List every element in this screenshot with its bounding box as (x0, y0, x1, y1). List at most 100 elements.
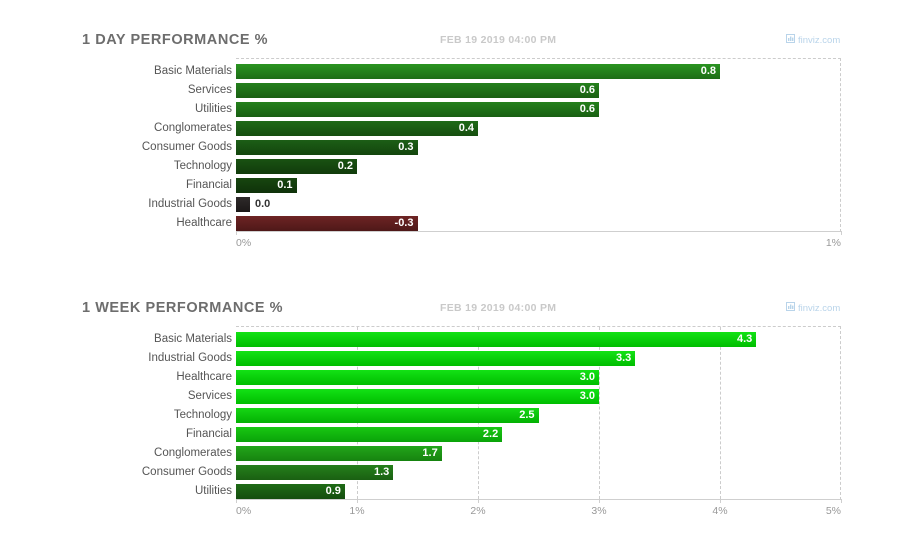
bar-value-label: 0.8 (700, 65, 716, 77)
chart-row: Financial 0.1 (186, 178, 840, 197)
axis-tick-label: 3% (591, 505, 607, 517)
bar[interactable]: 0.0 (236, 197, 270, 212)
axis-tick-label: 4% (712, 505, 728, 517)
category-label: Industrial Goods (148, 198, 232, 210)
chart-row: Utilities 0.9 (195, 484, 840, 503)
category-label: Healthcare (176, 371, 232, 383)
category-label: Technology (173, 160, 232, 172)
category-label: Conglomerates (154, 447, 232, 459)
chart-square-icon (786, 302, 795, 314)
category-label: Financial (185, 179, 232, 191)
chart-row: Financial 2.2 (186, 427, 840, 446)
chart-row: Utilities 0.6 (195, 102, 840, 121)
chart-row: Conglomerates 0.4 (154, 121, 840, 140)
bar-value-label: 2.5 (519, 409, 535, 421)
bar-value-label: 1.7 (422, 447, 438, 459)
bar[interactable]: 0.9 (236, 484, 345, 499)
bar[interactable]: 3.0 (236, 389, 599, 404)
plot-region: Basic Materials 0.8 Services 0.6 Utilities 0.… (0, 58, 904, 258)
brand-label: finviz.com (798, 34, 841, 46)
category-label: Financial (185, 428, 232, 440)
bar-value-label: 0.6 (579, 84, 595, 96)
category-label: Utilities (194, 485, 232, 497)
bar[interactable]: 0.6 (236, 102, 599, 117)
category-label: Consumer Goods (141, 141, 232, 153)
chart-row: Consumer Goods 1.3 (142, 465, 840, 484)
bar[interactable]: -0.3 (236, 216, 418, 231)
page-title: 1 WEEK PERFORMANCE % (82, 300, 284, 316)
chart-square-icon (786, 34, 795, 46)
category-label: Consumer Goods (141, 466, 232, 478)
bar[interactable]: 0.2 (236, 159, 357, 174)
chart-header: 1 WEEK PERFORMANCE % FEB 19 2019 04:00 P… (0, 268, 904, 316)
bar-value-label: 0.2 (337, 160, 353, 172)
bar-value-label: 4.3 (737, 333, 753, 345)
chart-row: Basic Materials 0.8 (154, 64, 840, 83)
bar[interactable]: 0.6 (236, 83, 599, 98)
bar[interactable]: 0.8 (236, 64, 720, 79)
bar-value-label: 0.1 (277, 179, 293, 191)
bar[interactable]: 3.3 (236, 351, 636, 366)
bar-value-label: 0.0 (255, 198, 271, 210)
axis-tick (841, 231, 842, 235)
category-label: Conglomerates (154, 122, 232, 134)
chart-row: Consumer Goods 0.3 (142, 140, 840, 159)
brand-label: finviz.com (798, 302, 841, 314)
bar[interactable]: 0.3 (236, 140, 418, 155)
chart-header: 1 DAY PERFORMANCE % FEB 19 2019 04:00 PM… (0, 0, 904, 48)
chart-timestamp: FEB 19 2019 04:00 PM (440, 302, 557, 314)
axis-tick-label: 1% (349, 505, 365, 517)
bar-value-label: 3.0 (579, 371, 595, 383)
bar-value-label: 3.0 (579, 390, 595, 402)
chart-one-week: 1 WEEK PERFORMANCE % FEB 19 2019 04:00 P… (0, 268, 904, 517)
chart-row: Industrial Goods 0.0 (148, 197, 840, 216)
bar-value-label: 3.3 (616, 352, 632, 364)
bar-value-label: 0.6 (579, 103, 595, 115)
chart-row: Services 0.6 (188, 83, 840, 102)
bar[interactable]: 3.0 (236, 370, 599, 385)
finviz-brand-link[interactable]: finviz.com (786, 302, 840, 314)
bar-value-label: 0.9 (325, 485, 341, 497)
page-title: 1 DAY PERFORMANCE % (82, 32, 269, 48)
bar[interactable]: 2.5 (236, 408, 539, 423)
chart-row: Services 3.0 (188, 389, 840, 408)
chart-row: Healthcare 3.0 (176, 370, 840, 389)
bar-value-label: 0.4 (458, 122, 474, 134)
chart-row: Basic Materials 4.3 (154, 332, 840, 351)
chart-one-day: 1 DAY PERFORMANCE % FEB 19 2019 04:00 PM… (0, 0, 904, 249)
bar-value-label: -0.3 (394, 217, 414, 229)
axis-tick-label: 1% (825, 237, 841, 249)
axis-tick-label: 2% (470, 505, 486, 517)
axis-tick-label: 5% (825, 505, 841, 517)
axis-tick-label: 0% (236, 237, 252, 249)
axis-tick (841, 499, 842, 503)
chart-timestamp: FEB 19 2019 04:00 PM (440, 34, 557, 46)
bar[interactable]: 4.3 (236, 332, 757, 347)
category-label: Utilities (194, 103, 232, 115)
finviz-brand-link[interactable]: finviz.com (786, 34, 840, 46)
category-label: Industrial Goods (148, 352, 232, 364)
category-label: Basic Materials (154, 65, 232, 77)
bar-value-label: 2.2 (482, 428, 499, 440)
chart-row: Industrial Goods 3.3 (148, 351, 840, 370)
category-label: Healthcare (176, 217, 232, 229)
category-label: Technology (173, 409, 232, 421)
chart-row: Technology 2.5 (174, 408, 840, 427)
axis-tick-label: 0% (236, 505, 252, 517)
category-label: Services (187, 390, 232, 402)
bar-value-label: 1.3 (374, 466, 390, 478)
bar[interactable]: 2.2 (236, 427, 503, 442)
chart-row: Technology 0.2 (174, 159, 840, 178)
bar[interactable]: 0.1 (236, 178, 297, 193)
performance-charts-page: 1 DAY PERFORMANCE % FEB 19 2019 04:00 PM… (0, 0, 904, 559)
category-label: Basic Materials (154, 333, 232, 345)
category-label: Services (187, 84, 232, 96)
plot-region: Basic Materials 4.3 Industrial Goods 3.3 Hea… (0, 326, 904, 526)
plot-area: Basic Materials 4.3 Industrial Goods 3.3 Hea… (142, 326, 842, 503)
bar[interactable]: 1.7 (236, 446, 442, 461)
chart-row: Healthcare -0.3 (176, 216, 840, 235)
bar[interactable]: 1.3 (236, 465, 394, 480)
chart-row: Conglomerates 1.7 (154, 446, 840, 465)
bar-value-label: 0.3 (398, 141, 414, 153)
bar[interactable]: 0.4 (236, 121, 478, 136)
